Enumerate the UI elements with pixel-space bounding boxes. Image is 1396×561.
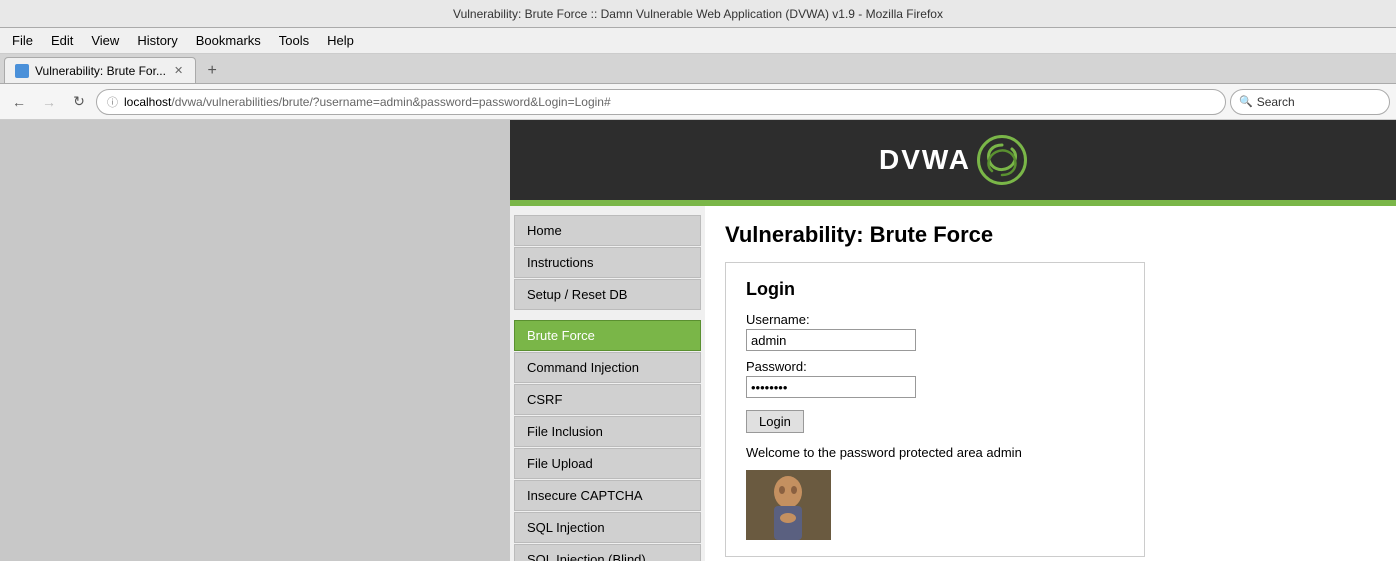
nav-item-setup[interactable]: Setup / Reset DB <box>514 279 701 310</box>
dvwa-logo-swirl <box>982 140 1022 180</box>
menu-view[interactable]: View <box>83 31 127 50</box>
login-box: Login Username: Password: Login Welcome … <box>725 262 1145 557</box>
username-label: Username: <box>746 312 1124 327</box>
welcome-text: Welcome to the password protected area a… <box>746 445 1124 460</box>
person-image <box>746 470 831 540</box>
dvwa-logo-circle <box>977 135 1027 185</box>
nav-item-brute-force[interactable]: Brute Force <box>514 320 701 351</box>
nav-item-sql-injection-blind[interactable]: SQL Injection (Blind) <box>514 544 701 561</box>
forward-button[interactable]: → <box>36 89 62 115</box>
nav-item-sql-injection[interactable]: SQL Injection <box>514 512 701 543</box>
nav-item-file-inclusion[interactable]: File Inclusion <box>514 416 701 447</box>
menu-bar: File Edit View History Bookmarks Tools H… <box>0 28 1396 54</box>
tab-favicon <box>15 64 29 78</box>
nav-item-csrf[interactable]: CSRF <box>514 384 701 415</box>
nav-item-command-injection[interactable]: Command Injection <box>514 352 701 383</box>
lock-icon: ⓘ <box>107 94 118 110</box>
back-button[interactable]: ← <box>6 89 32 115</box>
dvwa-nav: Home Instructions Setup / Reset DB Brute… <box>510 206 705 561</box>
password-label: Password: <box>746 359 1124 374</box>
title-bar: Vulnerability: Brute Force :: Damn Vulne… <box>0 0 1396 28</box>
search-text: Search <box>1257 95 1295 109</box>
page-title: Vulnerability: Brute Force <box>725 222 1376 248</box>
new-tab-button[interactable]: + <box>200 59 224 83</box>
tab-close-button[interactable]: ✕ <box>172 64 185 77</box>
dvwa-logo-text: DVWA <box>879 144 971 176</box>
url-display: localhost/dvwa/vulnerabilities/brute/?us… <box>124 95 1215 109</box>
nav-item-instructions[interactable]: Instructions <box>514 247 701 278</box>
menu-help[interactable]: Help <box>319 31 362 50</box>
menu-edit[interactable]: Edit <box>43 31 81 50</box>
tab-bar: Vulnerability: Brute For... ✕ + <box>0 54 1396 84</box>
dvwa-wrapper: DVWA Home Instructions Setup / Reset DB … <box>510 120 1396 561</box>
nav-item-insecure-captcha[interactable]: Insecure CAPTCHA <box>514 480 701 511</box>
active-tab[interactable]: Vulnerability: Brute For... ✕ <box>4 57 196 83</box>
dvwa-body: Home Instructions Setup / Reset DB Brute… <box>510 206 1396 561</box>
login-button[interactable]: Login <box>746 410 804 433</box>
username-input[interactable] <box>746 329 916 351</box>
login-box-title: Login <box>746 279 1124 300</box>
search-icon: 🔍 <box>1239 95 1253 108</box>
dvwa-header: DVWA <box>510 120 1396 200</box>
refresh-button[interactable]: ↻ <box>66 89 92 115</box>
browser-sidebar <box>0 120 510 561</box>
menu-file[interactable]: File <box>4 31 41 50</box>
nav-item-file-upload[interactable]: File Upload <box>514 448 701 479</box>
browser-content: DVWA Home Instructions Setup / Reset DB … <box>0 120 1396 561</box>
menu-history[interactable]: History <box>129 31 185 50</box>
url-path: /dvwa/vulnerabilities/brute/?username=ad… <box>171 95 610 109</box>
url-host: localhost <box>124 95 171 109</box>
nav-bar: ← → ↻ ⓘ localhost/dvwa/vulnerabilities/b… <box>0 84 1396 120</box>
dvwa-main: Vulnerability: Brute Force Login Usernam… <box>705 206 1396 561</box>
welcome-image <box>746 470 831 540</box>
dvwa-logo: DVWA <box>879 135 1027 185</box>
menu-tools[interactable]: Tools <box>271 31 317 50</box>
nav-item-home[interactable]: Home <box>514 215 701 246</box>
password-input[interactable] <box>746 376 916 398</box>
window-title: Vulnerability: Brute Force :: Damn Vulne… <box>453 7 943 21</box>
tab-label: Vulnerability: Brute For... <box>35 64 166 78</box>
menu-bookmarks[interactable]: Bookmarks <box>188 31 269 50</box>
search-bar[interactable]: 🔍 Search <box>1230 89 1390 115</box>
location-bar[interactable]: ⓘ localhost/dvwa/vulnerabilities/brute/?… <box>96 89 1226 115</box>
